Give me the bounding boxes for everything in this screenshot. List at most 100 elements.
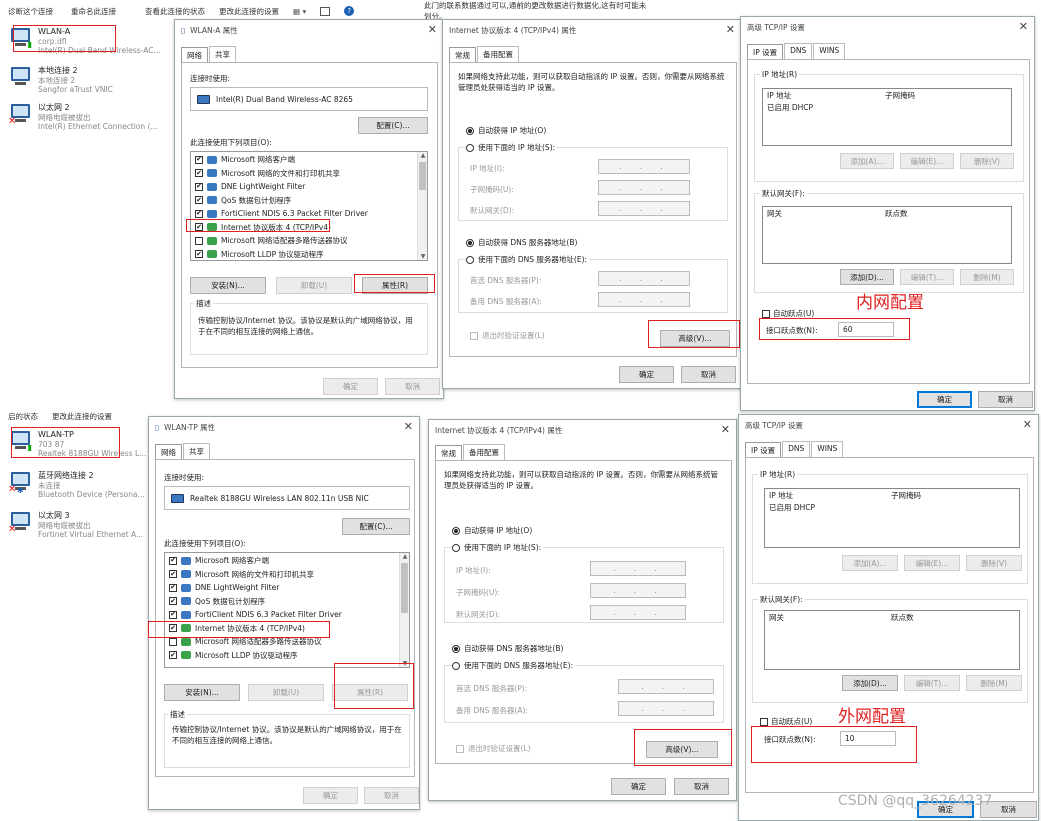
list-item[interactable]: ✔ QoS 数据包计划程序 [191, 194, 427, 208]
mask-field[interactable]: ... [590, 583, 686, 598]
item-checkbox[interactable]: ✔ [169, 570, 177, 579]
item-checkbox[interactable] [169, 637, 177, 646]
configure-button[interactable]: 配置(C)... [358, 117, 428, 134]
tab-dns[interactable]: DNS [782, 441, 811, 457]
toolbar-settings[interactable]: 更改此连接的设置 [219, 6, 279, 17]
connection-ethernet-2[interactable]: ✕ 以太网 2 网络电缆被拔出 Intel(R) Ethernet Connecti… [8, 103, 158, 132]
install-button[interactable]: 安装(N)... [164, 684, 240, 701]
table-row[interactable]: 已启用 DHCP [763, 101, 1011, 113]
item-checkbox[interactable]: ✔ [195, 155, 203, 164]
auto-dns-radio[interactable]: 自动获得 DNS 服务器地址(B) [466, 237, 577, 248]
ok-button[interactable]: 确定 [611, 778, 666, 795]
ok-button[interactable]: 确定 [619, 366, 674, 383]
remove-gateway-button[interactable]: 删除(M) [960, 269, 1014, 285]
tab-general[interactable]: 常规 [435, 445, 462, 461]
item-checkbox[interactable]: ✔ [169, 597, 177, 606]
tab-network[interactable]: 网络 [181, 47, 208, 63]
close-icon[interactable]: ✕ [1019, 20, 1028, 33]
close-icon[interactable]: ✕ [721, 423, 730, 436]
ip-field[interactable]: ... [598, 159, 690, 174]
tab-wins[interactable]: WINS [811, 441, 844, 457]
list-item[interactable]: Microsoft 网络适配器多路传送器协议 [191, 234, 427, 248]
close-icon[interactable]: ✕ [428, 23, 437, 36]
manual-ip-radio[interactable]: 使用下面的 IP 地址(S): [466, 142, 558, 153]
edit-ip-button[interactable]: 编辑(E)... [904, 555, 960, 571]
item-checkbox[interactable]: ✔ [169, 583, 177, 592]
tab-dns[interactable]: DNS [784, 43, 813, 59]
list-item[interactable]: ✔ Microsoft 网络客户端 [165, 554, 409, 568]
dns2-field[interactable]: ... [618, 701, 714, 716]
cancel-button[interactable]: 取消 [364, 787, 419, 804]
auto-dns-radio[interactable]: 自动获得 DNS 服务器地址(B) [452, 643, 563, 654]
dns1-field[interactable]: ... [618, 679, 714, 694]
add-ip-button[interactable]: 添加(A)... [840, 153, 894, 169]
uninstall-button[interactable]: 卸载(U) [248, 684, 324, 701]
toolbar-rename[interactable]: 重命名此连接 [71, 6, 116, 17]
toolbar-settings[interactable]: 更改此连接的设置 [52, 411, 112, 422]
gateway-field[interactable]: ... [598, 201, 690, 216]
item-checkbox[interactable]: ✔ [169, 651, 177, 660]
manual-ip-radio[interactable]: 使用下面的 IP 地址(S): [452, 542, 544, 553]
close-icon[interactable]: ✕ [1023, 418, 1032, 431]
tab-network[interactable]: 网络 [155, 444, 182, 460]
pane-icon[interactable] [320, 6, 331, 16]
connection-local-2[interactable]: 本地连接 2 本地连接 2 Sangfor aTrust VNIC [8, 66, 113, 95]
edit-gateway-button[interactable]: 编辑(T)... [904, 675, 960, 691]
list-item[interactable]: ✔ Microsoft 网络的文件和打印机共享 [165, 568, 409, 582]
add-gateway-button[interactable]: 添加(D)... [840, 269, 894, 285]
list-item[interactable]: ✔ QoS 数据包计划程序 [165, 595, 409, 609]
toolbar-status[interactable]: 查看此连接的状态 [145, 6, 205, 17]
list-item[interactable]: ✔ Microsoft 网络的文件和打印机共享 [191, 167, 427, 181]
edit-gateway-button[interactable]: 编辑(T)... [900, 269, 954, 285]
uninstall-button[interactable]: 卸载(U) [276, 277, 352, 294]
validate-checkbox[interactable]: 退出时验证设置(L) [470, 330, 545, 341]
ok-button[interactable]: 确定 [323, 378, 378, 395]
dns1-field[interactable]: ... [598, 271, 690, 286]
remove-gateway-button[interactable]: 删除(M) [966, 675, 1022, 691]
connection-bluetooth-2[interactable]: ✕ ✱ 蓝牙网络连接 2 未连接 Bluetooth Device (Persona.… [8, 471, 145, 500]
scrollbar[interactable]: ▲ ▼ [399, 553, 409, 667]
scrollbar[interactable]: ▲ ▼ [417, 152, 427, 260]
install-button[interactable]: 安装(N)... [190, 277, 266, 294]
edit-ip-button[interactable]: 编辑(E)... [900, 153, 954, 169]
list-item[interactable]: ✔ DNE LightWeight Filter [191, 180, 427, 194]
cancel-button[interactable]: 取消 [681, 366, 736, 383]
item-checkbox[interactable]: ✔ [169, 556, 177, 565]
list-item[interactable]: ✔ Microsoft LLDP 协议驱动程序 [191, 248, 427, 261]
tab-wins[interactable]: WINS [813, 43, 846, 59]
tab-ip-settings[interactable]: IP 设置 [745, 442, 782, 458]
tab-general[interactable]: 常规 [449, 47, 476, 63]
list-item[interactable]: ✔ Microsoft 网络客户端 [191, 153, 427, 167]
list-item[interactable]: ✔ DNE LightWeight Filter [165, 581, 409, 595]
tab-sharing[interactable]: 共享 [183, 443, 210, 459]
toolbar-status[interactable]: 启的状态 [8, 411, 38, 422]
item-checkbox[interactable]: ✔ [195, 182, 203, 191]
remove-ip-button[interactable]: 删除(V) [960, 153, 1014, 169]
list-item[interactable]: ✔ Microsoft LLDP 协议驱动程序 [165, 649, 409, 663]
configure-button[interactable]: 配置(C)... [342, 518, 410, 535]
gateway-field[interactable]: ... [590, 605, 686, 620]
item-checkbox[interactable]: ✔ [169, 610, 177, 619]
tab-ip-settings[interactable]: IP 设置 [747, 44, 784, 60]
add-gateway-button[interactable]: 添加(D)... [842, 675, 898, 691]
auto-ip-radio[interactable]: 自动获得 IP 地址(O) [452, 525, 532, 536]
add-ip-button[interactable]: 添加(A)... [842, 555, 898, 571]
table-row[interactable]: 已启用 DHCP [765, 501, 1019, 513]
ok-button[interactable]: 确定 [303, 787, 358, 804]
auto-ip-radio[interactable]: 自动获得 IP 地址(O) [466, 125, 546, 136]
tab-sharing[interactable]: 共享 [209, 46, 236, 62]
cancel-button[interactable]: 取消 [674, 778, 729, 795]
validate-checkbox[interactable]: 退出时验证设置(L) [456, 743, 531, 754]
list-item[interactable]: ✔ FortiClient NDIS 6.3 Packet Filter Driv… [165, 608, 409, 622]
manual-dns-radio[interactable]: 使用下面的 DNS 服务器地址(E): [466, 254, 590, 265]
connection-ethernet-3[interactable]: ✕ 以太网 3 网络电缆被拔出 Fortinet Virtual Ethernet … [8, 511, 143, 540]
ip-field[interactable]: ... [590, 561, 686, 576]
mask-field[interactable]: ... [598, 180, 690, 195]
item-checkbox[interactable]: ✔ [195, 169, 203, 178]
cancel-button[interactable]: 取消 [385, 378, 440, 395]
remove-ip-button[interactable]: 删除(V) [966, 555, 1022, 571]
help-icon[interactable]: ? [344, 6, 355, 16]
item-checkbox[interactable]: ✔ [195, 250, 203, 259]
dns2-field[interactable]: ... [598, 292, 690, 307]
close-icon[interactable]: ✕ [726, 23, 735, 36]
